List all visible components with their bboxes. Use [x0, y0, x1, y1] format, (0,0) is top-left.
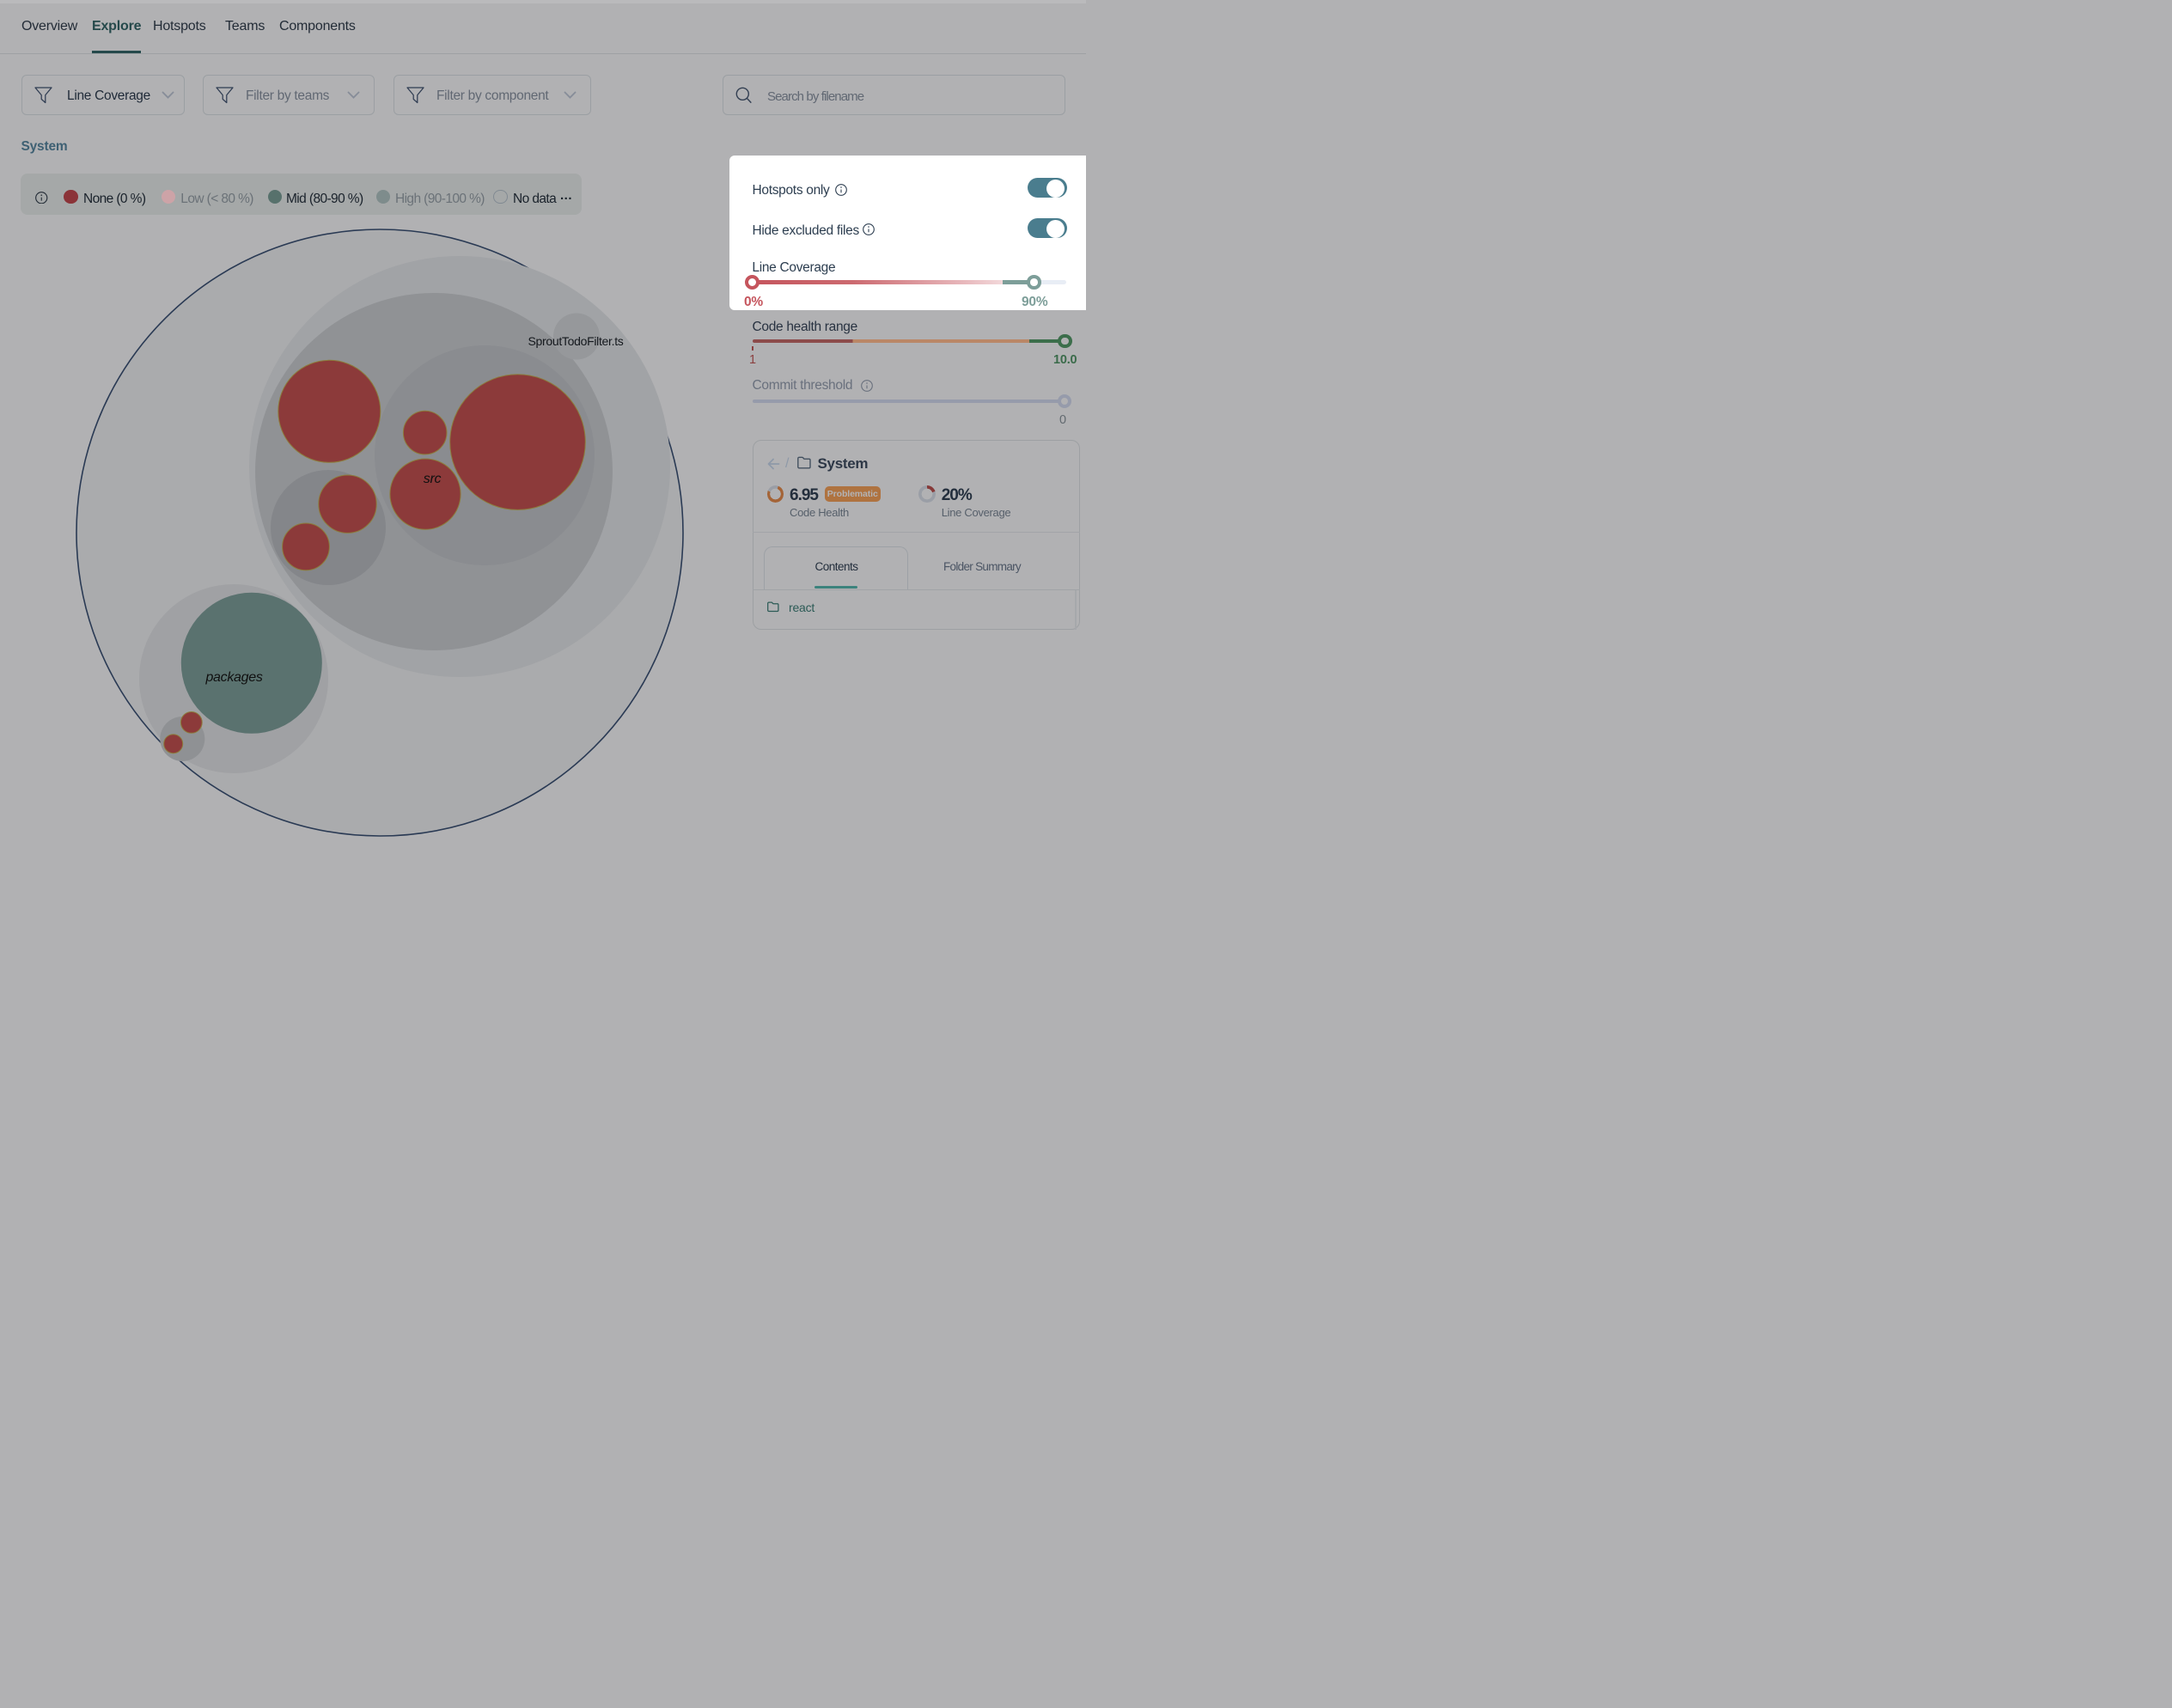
svg-text:packages: packages	[204, 670, 262, 685]
svg-text:SproutTodoFilter.ts: SproutTodoFilter.ts	[528, 334, 623, 348]
svg-text:src: src	[424, 472, 442, 486]
